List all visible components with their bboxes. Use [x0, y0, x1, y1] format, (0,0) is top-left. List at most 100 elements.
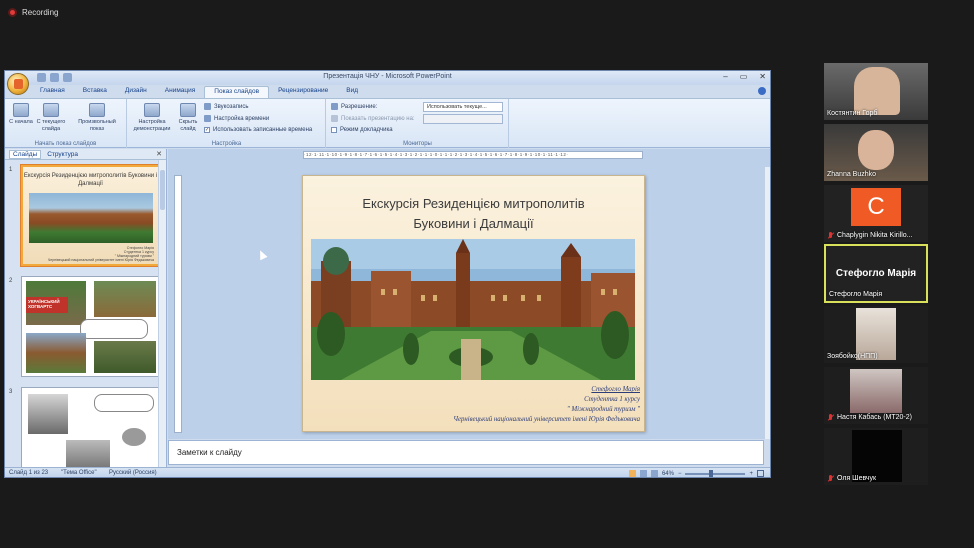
- custom-show-button[interactable]: Произвольный показ: [71, 103, 123, 133]
- use-timings-checkbox[interactable]: ✓ Использовать записанные времена: [204, 127, 312, 133]
- powerpoint-window: Презентація ЧНУ - Microsoft PowerPoint –…: [4, 70, 771, 478]
- resolution-select[interactable]: Использовать текуще...: [423, 102, 503, 112]
- office-button[interactable]: [7, 73, 29, 95]
- thumbnail-item[interactable]: 3: [9, 387, 161, 477]
- thumbnail-photo: [94, 341, 156, 373]
- sorter-view-icon[interactable]: [639, 470, 647, 477]
- thumb-university: Чернівецький національний університет ім…: [47, 258, 154, 262]
- normal-view-icon[interactable]: [628, 470, 636, 477]
- zoom-in-icon[interactable]: +: [749, 471, 753, 477]
- group-start-show: С начала С текущего слайда Произвольный …: [5, 99, 127, 148]
- participant-tile[interactable]: Zhanna Buzhko: [824, 124, 928, 181]
- slide-thumbnail-2[interactable]: УКРАЇНСЬКИЙ ХОГВАРТС: [21, 276, 160, 377]
- thumbnail-portrait: [28, 394, 68, 434]
- participant-tile[interactable]: Зоябойко(НПП): [824, 306, 928, 363]
- zoom-out-icon[interactable]: −: [678, 471, 682, 477]
- minimize-button[interactable]: –: [723, 72, 727, 81]
- mic-muted-icon: [827, 414, 834, 421]
- caption-course: Студентка 1 курсу: [584, 396, 640, 403]
- setup-show-button[interactable]: Настройка демонстрации: [130, 103, 174, 133]
- zoom-slider-knob[interactable]: [709, 469, 714, 477]
- participant-tile-active-speaker[interactable]: Стефогло Марія Стефогло Марія: [824, 244, 928, 303]
- tab-animation[interactable]: Анимация: [156, 86, 205, 98]
- participant-name-text: Зоябойко(НПП): [827, 353, 878, 360]
- fit-to-window-icon[interactable]: [757, 470, 764, 477]
- participant-tile[interactable]: Оля Шевчук: [824, 428, 928, 485]
- thumbnail-item[interactable]: 2 УКРАЇНСЬКИЙ ХОГВАРТС: [9, 276, 161, 380]
- participant-name-text: Zhanna Buzhko: [827, 171, 877, 178]
- custom-show-icon: [89, 103, 105, 117]
- thumbnail-caption: Стефогло Марія Студентка 1 курсу " Міжна…: [23, 246, 154, 262]
- tab-outline[interactable]: Структура: [47, 151, 78, 158]
- thumbnail-speech-bubble: [80, 319, 148, 339]
- ribbon-tabs: Главная Вставка Дизайн Анимация Показ сл…: [31, 86, 367, 98]
- thumbnail-item[interactable]: 1 Екскурсія Резиденцією митрополитів Бук…: [9, 164, 161, 269]
- participant-name: Настя Кабась (МТ20-2): [827, 414, 912, 421]
- close-pane-icon[interactable]: ✕: [156, 150, 162, 158]
- tab-review[interactable]: Рецензирование: [269, 86, 337, 98]
- tab-slide-show[interactable]: Показ слайдов: [204, 86, 270, 98]
- zoom-control: 64% − +: [628, 469, 764, 477]
- tab-slides[interactable]: Слайды: [9, 149, 42, 159]
- notes-pane[interactable]: Заметки к слайду: [168, 440, 764, 465]
- redo-icon[interactable]: [63, 73, 72, 82]
- record-narration-button[interactable]: Звукозапись: [204, 103, 248, 110]
- play-from-current-icon: [43, 103, 59, 117]
- thumbnail-rock: [122, 428, 146, 446]
- caption-university: Чернівецький національний університет ім…: [453, 416, 640, 423]
- vertical-ruler: [174, 175, 182, 433]
- rehearse-timings-button[interactable]: Настройка времени: [204, 115, 269, 122]
- horizontal-ruler: ·12·1·11·1·10·1·9·1·8·1·7·1·6·1·5·1·4·1·…: [303, 151, 643, 159]
- restore-button[interactable]: ▭: [740, 72, 748, 81]
- slide-thumbnail-1[interactable]: Екскурсія Резиденцією митрополитів Буков…: [20, 164, 161, 267]
- slide-photo-residence[interactable]: [311, 239, 635, 380]
- undo-icon[interactable]: [50, 73, 59, 82]
- tab-insert[interactable]: Вставка: [74, 86, 116, 98]
- thumbnail-photo: [94, 281, 156, 317]
- tab-design[interactable]: Дизайн: [116, 86, 156, 98]
- hide-slide-label: Скрыть слайд: [178, 119, 198, 132]
- from-start-button[interactable]: С начала: [9, 103, 33, 126]
- hide-slide-button[interactable]: Скрыть слайд: [174, 103, 202, 133]
- slide-thumbnail-3[interactable]: [21, 387, 160, 477]
- from-current-button[interactable]: С текущего слайда: [35, 103, 67, 133]
- theme-name: "Тема Office": [61, 470, 97, 476]
- slide-scrollbar[interactable]: [764, 167, 770, 439]
- slide-title[interactable]: Екскурсія Резиденцією митрополитів Буков…: [303, 194, 644, 234]
- scrollbar-thumb[interactable]: [160, 170, 165, 210]
- zoom-level[interactable]: 64%: [662, 471, 674, 477]
- group-setup-label: Настройка: [211, 141, 242, 147]
- presenter-view-checkbox[interactable]: Режим докладчика: [331, 127, 393, 133]
- language-indicator[interactable]: Русский (Россия): [109, 470, 157, 476]
- thumbnail-photo: [26, 333, 86, 373]
- participant-name-text: Chaplygin Nikita Kirillo...: [837, 232, 913, 239]
- tab-home[interactable]: Главная: [31, 86, 74, 98]
- participant-name: Zhanna Buzhko: [827, 171, 876, 178]
- participant-name: Зоябойко(НПП): [827, 353, 878, 360]
- tab-view[interactable]: Вид: [337, 86, 367, 98]
- slide-editing-area: ·12·1·11·1·10·1·9·1·8·1·7·1·6·1·5·1·4·1·…: [168, 149, 770, 439]
- custom-show-label: Произвольный показ: [78, 119, 116, 132]
- slide-caption[interactable]: Стефогло Марія Студентка 1 курсу " Міжна…: [453, 385, 640, 425]
- resolution-label: Разрешение:: [331, 103, 377, 110]
- thumbnail-photo: [28, 193, 153, 243]
- thumbnails-scrollbar[interactable]: [158, 160, 166, 467]
- status-bar: Слайд 1 из 23 "Тема Office" Русский (Рос…: [5, 467, 770, 477]
- save-icon[interactable]: [37, 73, 46, 82]
- from-start-label: С начала: [9, 119, 33, 125]
- microphone-icon: [204, 103, 211, 110]
- close-button[interactable]: ✕: [759, 72, 766, 81]
- caption-program: " Міжнародний туризм ": [566, 406, 640, 413]
- current-slide[interactable]: Екскурсія Резиденцією митрополитів Буков…: [302, 175, 645, 432]
- participant-tile[interactable]: Настя Кабась (МТ20-2): [824, 367, 928, 424]
- participant-name-text: Стефогло Марія: [829, 291, 883, 298]
- slideshow-view-icon[interactable]: [650, 470, 658, 477]
- zoom-slider[interactable]: [685, 469, 746, 477]
- thumbnail-number: 2: [9, 278, 13, 284]
- help-icon[interactable]: [758, 87, 766, 95]
- participant-video: [858, 130, 894, 170]
- participant-tile[interactable]: C Chaplygin Nikita Kirillo...: [824, 185, 928, 242]
- setup-show-icon: [144, 103, 160, 117]
- participant-big-name: Стефогло Марія: [835, 268, 917, 279]
- participant-tile[interactable]: Костянтин Горб: [824, 63, 928, 120]
